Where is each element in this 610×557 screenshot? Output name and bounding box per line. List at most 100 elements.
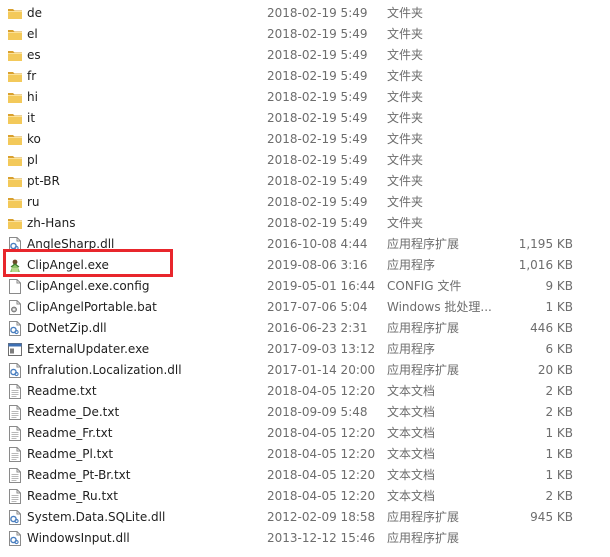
folder-icon — [7, 132, 23, 147]
file-row[interactable]: ClipAngelPortable.bat 2017-07-06 5:04 Wind… — [0, 297, 610, 318]
file-date: 2018-02-19 5:49 — [267, 27, 368, 41]
file-name: ru — [27, 195, 40, 209]
file-row[interactable]: pt-BR 2018-02-19 5:49 文件夹 — [0, 171, 610, 192]
file-type: 文件夹 — [387, 132, 424, 146]
file-row[interactable]: hi 2018-02-19 5:49 文件夹 — [0, 87, 610, 108]
dll-icon — [7, 510, 23, 525]
file-name: Readme_De.txt — [27, 405, 120, 419]
file-name: DotNetZip.dll — [27, 321, 107, 335]
file-size: 1 KB — [545, 468, 573, 482]
clipangel-app-icon — [7, 258, 23, 273]
file-row[interactable]: WindowsInput.dll 2013-12-12 15:46 应用程序扩展 — [0, 528, 610, 549]
file-name: es — [27, 48, 41, 62]
file-size: 1 KB — [545, 300, 573, 314]
file-row[interactable]: es 2018-02-19 5:49 文件夹 — [0, 45, 610, 66]
file-size: 1 KB — [545, 447, 573, 461]
file-row[interactable]: ru 2018-02-19 5:49 文件夹 — [0, 192, 610, 213]
file-type: 文本文档 — [387, 384, 436, 398]
file-date: 2018-04-05 12:20 — [267, 426, 376, 440]
file-date: 2016-10-08 4:44 — [267, 237, 368, 251]
file-name: fr — [27, 69, 37, 83]
file-date: 2016-06-23 2:31 — [267, 321, 368, 335]
file-row[interactable]: de 2018-02-19 5:49 文件夹 — [0, 3, 610, 24]
file-size: 1 KB — [545, 426, 573, 440]
file-name: pl — [27, 153, 38, 167]
dll-icon — [7, 363, 23, 378]
file-row[interactable]: el 2018-02-19 5:49 文件夹 — [0, 24, 610, 45]
file-row[interactable]: pl 2018-02-19 5:49 文件夹 — [0, 150, 610, 171]
file-row[interactable]: Readme_De.txt 2018-09-09 5:48 文本文档 2 KB — [0, 402, 610, 423]
file-size: 1,016 KB — [518, 258, 573, 272]
file-date: 2018-02-19 5:49 — [267, 153, 368, 167]
file-date: 2018-02-19 5:49 — [267, 195, 368, 209]
file-list: de 2018-02-19 5:49 文件夹 el 2018-02-19 5:49 文件… — [0, 3, 610, 549]
file-type: 文本文档 — [387, 405, 436, 419]
file-date: 2018-02-19 5:49 — [267, 216, 368, 230]
folder-icon — [7, 195, 23, 210]
file-row[interactable]: Readme.txt 2018-04-05 12:20 文本文档 2 KB — [0, 381, 610, 402]
file-row[interactable]: ClipAngel.exe.config 2019-05-01 16:44 CONF… — [0, 276, 610, 297]
file-size: 446 KB — [530, 321, 573, 335]
file-type: 文件夹 — [387, 153, 424, 167]
file-size: 2 KB — [545, 405, 573, 419]
file-row[interactable]: AngleSharp.dll 2016-10-08 4:44 应用程序扩展 1,195… — [0, 234, 610, 255]
file-date: 2018-04-05 12:20 — [267, 447, 376, 461]
text-file-icon — [7, 426, 23, 441]
file-size: 2 KB — [545, 489, 573, 503]
file-name: ExternalUpdater.exe — [27, 342, 150, 356]
file-row[interactable]: ko 2018-02-19 5:49 文件夹 — [0, 129, 610, 150]
file-row[interactable]: Infralution.Localization.dll 2017-01-14 2… — [0, 360, 610, 381]
file-date: 2018-02-19 5:49 — [267, 111, 368, 125]
file-type: 文件夹 — [387, 216, 424, 230]
file-row[interactable]: zh-Hans 2018-02-19 5:49 文件夹 — [0, 213, 610, 234]
file-name: de — [27, 6, 42, 20]
file-type: 文件夹 — [387, 195, 424, 209]
file-name: Readme_Ru.txt — [27, 489, 118, 503]
text-file-icon — [7, 384, 23, 399]
file-row[interactable]: fr 2018-02-19 5:49 文件夹 — [0, 66, 610, 87]
file-date: 2017-07-06 5:04 — [267, 300, 368, 314]
file-date: 2013-12-12 15:46 — [267, 531, 376, 545]
file-date: 2017-01-14 20:00 — [267, 363, 376, 377]
file-name: AngleSharp.dll — [27, 237, 115, 251]
dll-icon — [7, 531, 23, 546]
file-date: 2018-04-05 12:20 — [267, 489, 376, 503]
file-date: 2018-02-19 5:49 — [267, 90, 368, 104]
file-date: 2018-09-09 5:48 — [267, 405, 368, 419]
text-file-icon — [7, 489, 23, 504]
file-row[interactable]: Readme_Pt-Br.txt 2018-04-05 12:20 文本文档 1 KB — [0, 465, 610, 486]
file-row[interactable]: Readme_Pl.txt 2018-04-05 12:20 文本文档 1 KB — [0, 444, 610, 465]
file-size: 20 KB — [537, 363, 573, 377]
file-row[interactable]: it 2018-02-19 5:49 文件夹 — [0, 108, 610, 129]
file-size: 9 KB — [545, 279, 573, 293]
file-date: 2019-05-01 16:44 — [267, 279, 376, 293]
file-name: ko — [27, 132, 41, 146]
file-type: 文件夹 — [387, 90, 424, 104]
file-name: System.Data.SQLite.dll — [27, 510, 166, 524]
file-type: 文件夹 — [387, 6, 424, 20]
text-file-icon — [7, 405, 23, 420]
file-size: 1,195 KB — [518, 237, 573, 251]
dll-icon — [7, 237, 23, 252]
file-type: 文本文档 — [387, 468, 436, 482]
folder-icon — [7, 153, 23, 168]
file-type: 应用程序 — [387, 342, 436, 356]
file-row[interactable]: ExternalUpdater.exe 2017-09-03 13:12 应用程序 6… — [0, 339, 610, 360]
file-date: 2018-02-19 5:49 — [267, 48, 368, 62]
file-row[interactable]: Readme_Ru.txt 2018-04-05 12:20 文本文档 2 KB — [0, 486, 610, 507]
file-date: 2012-02-09 18:58 — [267, 510, 376, 524]
file-row[interactable]: ClipAngel.exe 2019-08-06 3:16 应用程序 1,016 KB — [0, 255, 610, 276]
file-date: 2018-02-19 5:49 — [267, 132, 368, 146]
file-type: 应用程序扩展 — [387, 321, 460, 335]
file-size: 945 KB — [530, 510, 573, 524]
file-type: 文件夹 — [387, 174, 424, 188]
file-row[interactable]: DotNetZip.dll 2016-06-23 2:31 应用程序扩展 446 KB — [0, 318, 610, 339]
file-date: 2018-02-19 5:49 — [267, 69, 368, 83]
file-row[interactable]: Readme_Fr.txt 2018-04-05 12:20 文本文档 1 KB — [0, 423, 610, 444]
file-type: 文件夹 — [387, 69, 424, 83]
file-row[interactable]: System.Data.SQLite.dll 2012-02-09 18:58 应用… — [0, 507, 610, 528]
file-name: ClipAngelPortable.bat — [27, 300, 157, 314]
file-date: 2018-02-19 5:49 — [267, 6, 368, 20]
folder-icon — [7, 48, 23, 63]
file-icon — [7, 279, 23, 294]
